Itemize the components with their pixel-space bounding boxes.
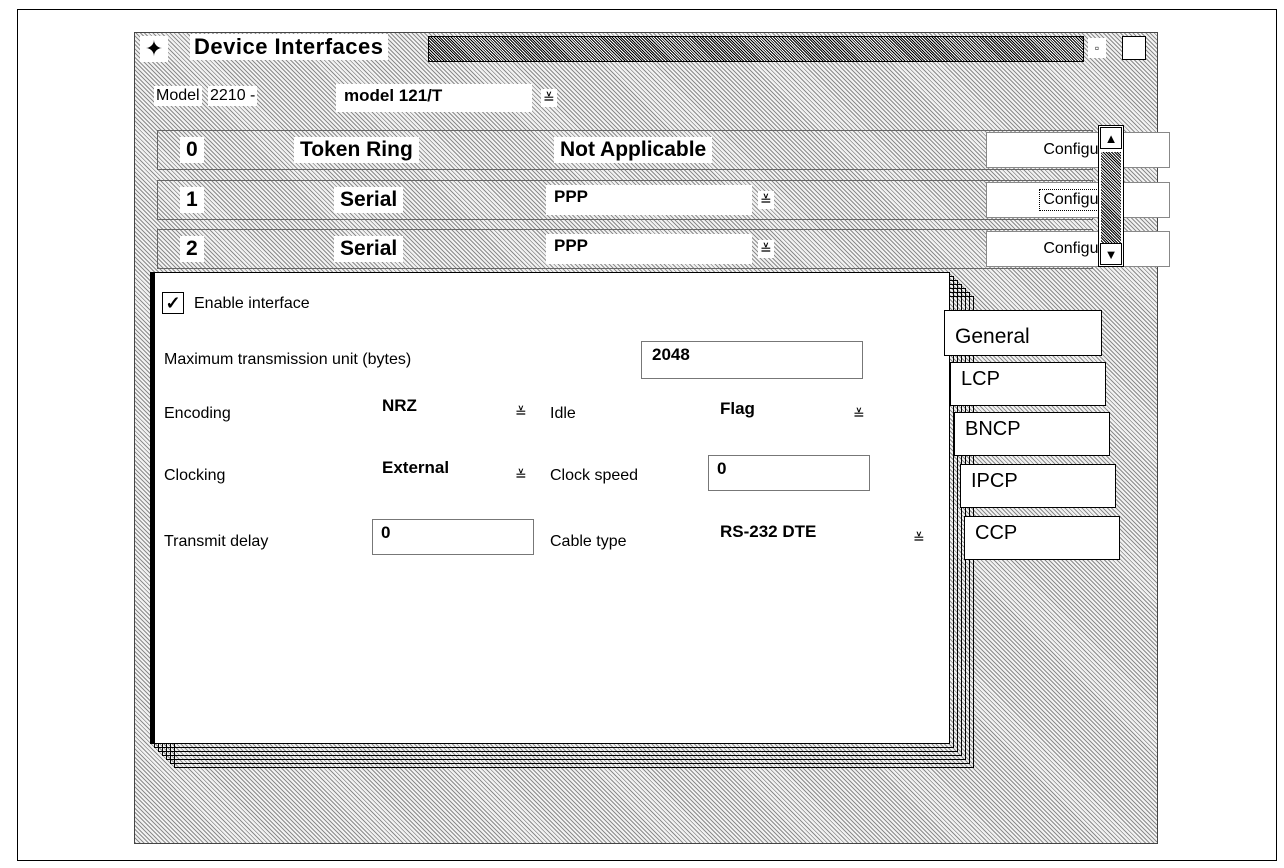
enable-interface-label: Enable interface (192, 294, 312, 314)
scroll-up-icon[interactable]: ▲ (1100, 127, 1122, 149)
maximize-button[interactable] (1122, 36, 1146, 60)
model-prefix: 2210 - (208, 86, 258, 106)
configure-button-0[interactable]: Configure (986, 132, 1170, 168)
tab-ipcp[interactable]: IPCP (960, 464, 1116, 508)
system-menu-icon[interactable]: ✦ (140, 36, 168, 62)
encoding-dropdown-icon[interactable]: ≚ (513, 403, 529, 421)
interface-row-1[interactable]: 1 Serial PPP ≚ Configure (157, 180, 1170, 220)
clocking-dropdown-icon[interactable]: ≚ (513, 466, 529, 484)
mtu-input[interactable]: 2048 (641, 341, 863, 379)
encoding-label: Encoding (162, 404, 233, 424)
interfaces-scrollbar[interactable]: ▲ ▼ (1098, 125, 1124, 267)
idle-dropdown-icon[interactable]: ≚ (851, 405, 867, 423)
window-title: Device Interfaces (190, 34, 388, 60)
encoding-select[interactable]: NRZ (374, 394, 506, 428)
protocol-select-1[interactable]: PPP (546, 185, 752, 215)
mtu-label: Maximum transmission unit (bytes) (162, 350, 414, 370)
minimize-button[interactable]: ▫ (1088, 38, 1106, 58)
interface-type: Serial (334, 236, 404, 262)
tab-ccp[interactable]: CCP (964, 516, 1120, 560)
interface-row-0[interactable]: 0 Token Ring Not Applicable Configure (157, 130, 1170, 170)
tab-general[interactable]: General (944, 310, 1102, 356)
clock-speed-label: Clock speed (548, 466, 641, 486)
minimize-icon: ▫ (1094, 41, 1100, 55)
model-select[interactable]: model 121/T (336, 84, 532, 112)
scroll-thumb[interactable] (1101, 152, 1121, 244)
protocol-dropdown-icon[interactable]: ≚ (758, 191, 774, 209)
interface-row-2[interactable]: 2 Serial PPP ≚ Configure (157, 229, 1170, 269)
interface-number: 0 (180, 137, 204, 163)
tab-bncp[interactable]: BNCP (954, 412, 1110, 456)
title-bar[interactable] (428, 36, 1084, 62)
protocol-dropdown-icon[interactable]: ≚ (758, 240, 774, 258)
interface-number: 1 (180, 187, 204, 213)
model-dropdown-icon[interactable]: ≚ (541, 89, 557, 107)
cable-type-dropdown-icon[interactable]: ≚ (911, 529, 927, 547)
tab-lcp[interactable]: LCP (950, 362, 1106, 406)
cable-type-label: Cable type (548, 532, 629, 552)
idle-select[interactable]: Flag (712, 397, 844, 429)
interface-number: 2 (180, 236, 204, 262)
scroll-down-icon[interactable]: ▼ (1100, 243, 1122, 265)
model-label: Model (154, 86, 202, 106)
clocking-select[interactable]: External (374, 456, 506, 490)
cable-type-select[interactable]: RS-232 DTE (712, 520, 904, 554)
interface-protocol: Not Applicable (554, 137, 713, 163)
clock-speed-input[interactable]: 0 (708, 455, 870, 491)
interface-type: Token Ring (294, 137, 419, 163)
transmit-delay-label: Transmit delay (162, 532, 271, 552)
configure-button-1[interactable]: Configure (986, 182, 1170, 218)
configure-button-2[interactable]: Configure (986, 231, 1170, 267)
interface-type: Serial (334, 187, 404, 213)
protocol-select-2[interactable]: PPP (546, 234, 752, 264)
transmit-delay-input[interactable]: 0 (372, 519, 534, 555)
idle-label: Idle (548, 404, 578, 424)
enable-interface-checkbox[interactable]: ✓ (162, 292, 184, 314)
clocking-label: Clocking (162, 466, 228, 486)
